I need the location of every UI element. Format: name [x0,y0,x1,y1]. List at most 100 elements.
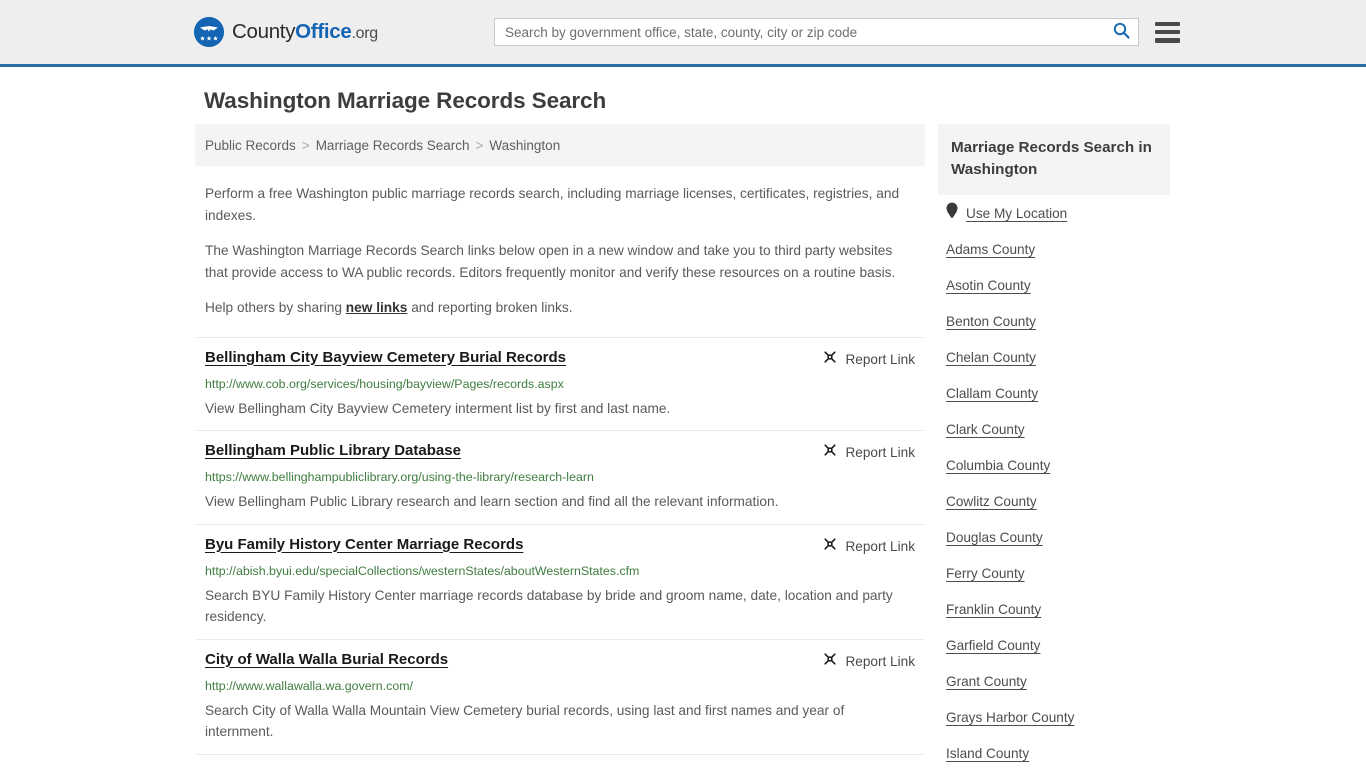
intro-text-after-link: and reporting broken links. [407,300,573,315]
new-links-link[interactable]: new links [346,300,408,315]
report-link-button[interactable]: Report Link [822,442,915,463]
sidebar-item-county[interactable]: Grays Harbor County [946,699,1170,735]
result-title-link[interactable]: Bellingham Public Library Database [205,441,461,461]
sidebar-item-county[interactable]: Chelan County [946,339,1170,375]
result-header: Byu Family History Center Marriage Recor… [205,535,915,557]
result-header: Bellingham City Bayview Cemetery Burial … [205,348,915,370]
county-link-chelan[interactable]: Chelan County [946,350,1036,365]
county-link-island[interactable]: Island County [946,746,1029,761]
sidebar-item-county[interactable]: Douglas County [946,519,1170,555]
search-box[interactable] [494,18,1139,46]
breadcrumb-item-public-records[interactable]: Public Records [205,138,296,153]
main-content-column: Public Records > Marriage Records Search… [195,124,925,768]
result-url[interactable]: https://www.bellinghampubliclibrary.org/… [205,469,915,485]
result-url[interactable]: http://www.cob.org/services/housing/bayv… [205,376,915,392]
sidebar-item-county[interactable]: Ferry County [946,555,1170,591]
search-button[interactable] [1110,21,1132,43]
map-pin-icon [946,202,958,224]
county-link-douglas[interactable]: Douglas County [946,530,1043,545]
site-logo[interactable]: CountyOffice.org [194,17,378,47]
county-link-clallam[interactable]: Clallam County [946,386,1038,401]
hamburger-bar-3 [1155,38,1180,43]
result-item: City of Walla Walla Burial Records Repor… [195,640,925,755]
sidebar-item-use-my-location[interactable]: Use My Location [946,195,1170,231]
sidebar-item-county[interactable]: Adams County [946,231,1170,267]
result-url[interactable]: http://abish.byui.edu/specialCollections… [205,563,915,579]
report-link-label: Report Link [845,351,915,367]
intro-section: Perform a free Washington public marriag… [195,183,925,319]
broken-link-icon [822,349,838,370]
breadcrumb-separator: > [301,137,310,153]
logo-text-org: .org [351,24,378,42]
sidebar-item-county[interactable]: Island County [946,735,1170,768]
header-search-area [494,18,1180,46]
result-item: City of Yakima Cemetery List Report Link… [195,755,925,768]
hamburger-bar-2 [1155,29,1180,35]
result-title-link[interactable]: City of Walla Walla Burial Records [205,650,448,670]
county-link-garfield[interactable]: Garfield County [946,638,1040,653]
hamburger-menu-icon[interactable] [1155,21,1180,43]
county-link-adams[interactable]: Adams County [946,242,1035,257]
breadcrumb-item-marriage-records-search[interactable]: Marriage Records Search [316,138,470,153]
sidebar-item-county[interactable]: Clallam County [946,375,1170,411]
result-title-link[interactable]: Bellingham City Bayview Cemetery Burial … [205,348,566,368]
results-list: Bellingham City Bayview Cemetery Burial … [195,336,925,768]
breadcrumb-separator: > [475,137,484,153]
result-item: Bellingham Public Library Database Repor… [195,431,925,525]
broken-link-icon [822,442,838,463]
broken-link-icon [822,651,838,672]
sidebar-item-county[interactable]: Cowlitz County [946,483,1170,519]
sidebar-item-county[interactable]: Clark County [946,411,1170,447]
intro-paragraph-3: Help others by sharing new links and rep… [205,297,915,319]
county-link-clark[interactable]: Clark County [946,422,1025,437]
report-link-label: Report Link [845,445,915,460]
result-description: Search BYU Family History Center marriag… [205,587,893,625]
use-my-location-label: Use My Location [966,205,1068,221]
hamburger-bar-1 [1155,21,1180,26]
county-link-franklin[interactable]: Franklin County [946,602,1041,617]
result-header: City of Walla Walla Burial Records Repor… [205,650,915,672]
search-icon [1113,22,1130,42]
result-item: Byu Family History Center Marriage Recor… [195,525,925,640]
sidebar-item-county[interactable]: Asotin County [946,267,1170,303]
county-link-grant[interactable]: Grant County [946,674,1027,689]
county-link-ferry[interactable]: Ferry County [946,566,1025,581]
result-header: City of Yakima Cemetery List Report Link [205,765,915,768]
result-url[interactable]: http://www.wallawalla.wa.govern.com/ [205,678,915,694]
intro-paragraph-2: The Washington Marriage Records Search l… [205,243,896,280]
result-title-link[interactable]: City of Yakima Cemetery List [205,765,411,768]
result-description: View Bellingham Public Library research … [205,494,779,509]
result-description: View Bellingham City Bayview Cemetery in… [205,400,671,416]
sidebar-item-county[interactable]: Grant County [946,663,1170,699]
county-link-asotin[interactable]: Asotin County [946,278,1031,293]
report-link-button[interactable]: Report Link [822,651,915,672]
sidebar: Marriage Records Search in Washington Us… [938,124,1170,768]
sidebar-heading: Marriage Records Search in Washington [938,124,1170,195]
site-header: CountyOffice.org [0,0,1366,67]
sidebar-item-county[interactable]: Franklin County [946,591,1170,627]
search-input[interactable] [505,24,1110,40]
report-link-button[interactable]: Report Link [822,349,915,370]
breadcrumb: Public Records > Marriage Records Search… [195,124,925,166]
logo-wordmark: CountyOffice.org [232,19,378,43]
county-link-columbia[interactable]: Columbia County [946,458,1050,473]
result-item: Bellingham City Bayview Cemetery Burial … [195,336,925,431]
result-title-link[interactable]: Byu Family History Center Marriage Recor… [205,535,523,555]
report-link-button[interactable]: Report Link [822,536,915,557]
county-link-benton[interactable]: Benton County [946,314,1036,329]
page-title: Washington Marriage Records Search [204,88,607,113]
eagle-shield-icon [194,17,224,47]
county-link-cowlitz[interactable]: Cowlitz County [946,494,1037,509]
intro-paragraph-1: Perform a free Washington public marriag… [205,186,900,223]
sidebar-item-county[interactable]: Benton County [946,303,1170,339]
result-description: Search City of Walla Walla Mountain View… [205,702,845,740]
county-link-grays-harbor[interactable]: Grays Harbor County [946,710,1074,725]
sidebar-item-county[interactable]: Garfield County [946,627,1170,663]
sidebar-item-county[interactable]: Columbia County [946,447,1170,483]
report-link-label: Report Link [845,653,915,669]
intro-text-before-link: Help others by sharing [205,300,346,315]
breadcrumb-item-washington: Washington [489,137,561,153]
logo-text-office: Office [295,19,352,43]
result-header: Bellingham Public Library Database Repor… [205,441,915,463]
logo-text-county: County [232,19,296,43]
